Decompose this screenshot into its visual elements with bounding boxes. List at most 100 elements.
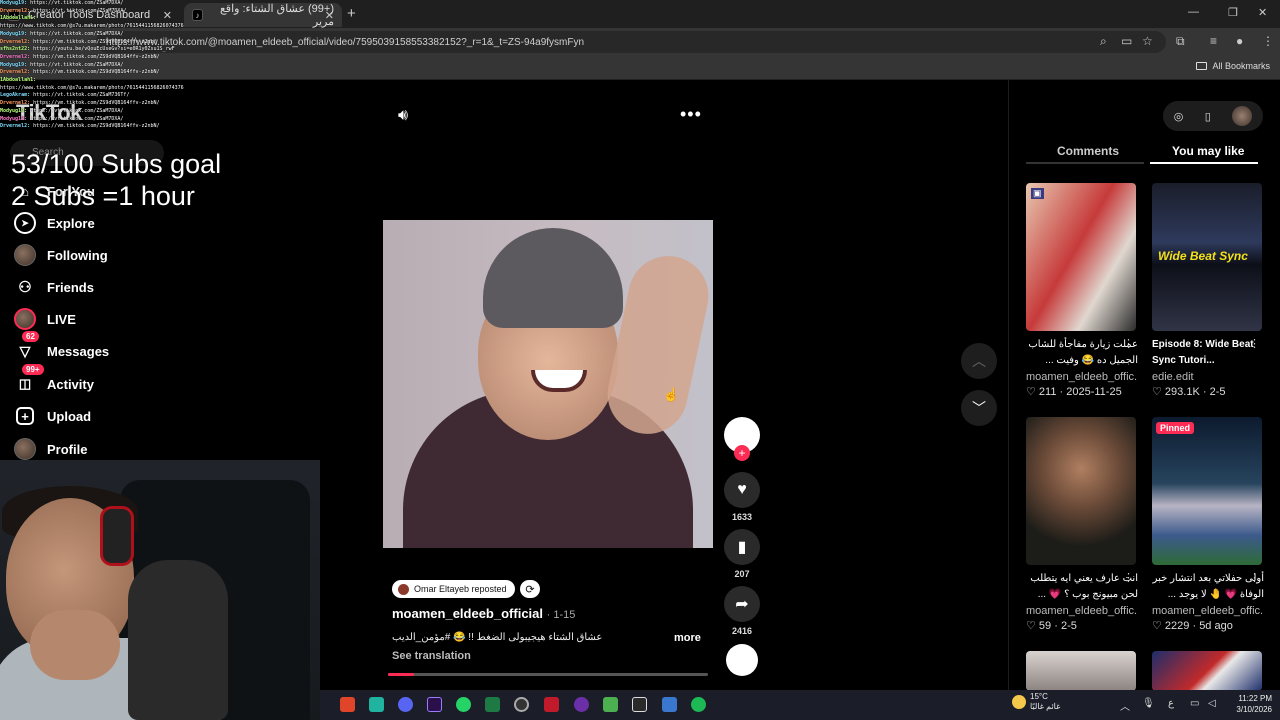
menu-icon[interactable]: ⋮	[1262, 34, 1274, 48]
video-caption: عشاق الشتاء هيجيبولى الضغط !! 😂 #مؤمن_ال…	[392, 632, 603, 643]
tab-tiktok-video[interactable]: ♪ (+99) عشاق الشتاء: واقع مرير ✕	[184, 3, 342, 28]
app-icon[interactable]	[662, 697, 677, 712]
heart-icon[interactable]: ♥	[724, 472, 760, 508]
following-avatar	[14, 244, 36, 266]
acrobat-icon[interactable]	[544, 697, 559, 712]
taskbar-clock[interactable]: 11:22 PM 3/10/2026	[1228, 693, 1272, 715]
recommended-card[interactable]: Pinned أولى حفلاتي بعد انتشار خبر الوفاة…	[1152, 417, 1264, 632]
weather-widget[interactable]: 15°C غائم غالبًا	[1012, 692, 1060, 712]
save-action[interactable]: ▮ 207	[724, 529, 760, 579]
mic-icon[interactable]: 🎙︎	[1142, 698, 1155, 709]
repost-icon[interactable]: ⟳	[520, 580, 540, 598]
kebab-icon[interactable]: ⋮	[1249, 337, 1260, 350]
card-thumbnail[interactable]: ▣	[1026, 183, 1136, 331]
card-thumbnail[interactable]	[1026, 651, 1136, 691]
close-tab-icon[interactable]: ✕	[325, 9, 334, 22]
previous-video-button[interactable]: ︿	[961, 343, 997, 379]
tab-you-may-like[interactable]: You may like	[1172, 144, 1244, 158]
reposter-avatar	[398, 583, 409, 595]
mobile-icon[interactable]: ▯	[1205, 110, 1211, 123]
next-video-button[interactable]: ﹀	[961, 390, 997, 426]
sidebar-item-following[interactable]: Following	[14, 244, 108, 266]
live-avatar	[14, 308, 36, 330]
sidebar-item-messages[interactable]: ▽ 62 Messages	[14, 331, 109, 362]
all-bookmarks-button[interactable]: All Bookmarks	[1196, 61, 1270, 71]
video-progress-bar[interactable]	[388, 673, 708, 676]
media-icon[interactable]: ≡	[1210, 34, 1217, 48]
maximize-button[interactable]: ❐	[1228, 6, 1238, 19]
url-bar[interactable]: https://www.tiktok.com/@moamen_eldeeb_of…	[96, 31, 1166, 53]
tiktok-logo[interactable]: TikTok	[16, 100, 82, 126]
language-indicator[interactable]: ع	[1168, 698, 1174, 709]
sidebar-item-friends[interactable]: ⚇ Friends	[14, 276, 94, 298]
card-thumbnail[interactable]: Wide Beat Sync	[1152, 183, 1262, 331]
recommended-card[interactable]: انت عارف يعني ايه يتطلب لحن مبيونج بوب ؟…	[1026, 417, 1138, 632]
tab-creator-tools[interactable]: ♪ Creator Tools Dashboard ✕	[0, 3, 180, 27]
share-arrow-icon[interactable]: ➦	[724, 586, 760, 622]
app-icon[interactable]	[574, 697, 589, 712]
kebab-icon[interactable]: ⋮	[1123, 337, 1134, 350]
like-action[interactable]: ♥ 1633	[724, 472, 760, 522]
brave-icon[interactable]	[340, 697, 355, 712]
tab-comments[interactable]: Comments	[1057, 144, 1119, 158]
discord-icon[interactable]	[398, 697, 413, 712]
card-author[interactable]: edie.edit	[1152, 371, 1264, 383]
epic-games-icon[interactable]	[632, 697, 647, 712]
minimize-button[interactable]: —	[1188, 6, 1199, 18]
share-action[interactable]: ➦ 2416	[724, 586, 760, 636]
card-thumbnail[interactable]	[1026, 417, 1136, 565]
sidebar-item-profile[interactable]: Profile	[14, 438, 87, 460]
spotify-icon[interactable]	[691, 697, 706, 712]
sidebar-item-live[interactable]: LIVE	[14, 308, 76, 330]
sidebar-item-label: Explore	[47, 215, 95, 231]
compass-icon[interactable]: ◎	[1174, 110, 1184, 123]
card-author[interactable]: moamen_eldeeb_offic...	[1026, 371, 1138, 383]
video-player[interactable]	[383, 220, 713, 548]
sidebar-item-activity[interactable]: ◫ 99+ Activity	[14, 364, 94, 395]
volume-icon[interactable]: 🔊︎	[398, 107, 408, 125]
extensions-icon[interactable]: ⧉	[1176, 34, 1185, 49]
video-author[interactable]: moamen_eldeeb_official · 1-15	[392, 606, 575, 621]
sidebar-item-label: Following	[47, 247, 108, 263]
folder-icon	[1196, 62, 1208, 70]
kebab-icon[interactable]: ⋮	[1123, 571, 1134, 584]
close-window-button[interactable]: ✕	[1258, 6, 1267, 19]
bookmark-star-icon[interactable]: ☆	[1142, 34, 1153, 48]
sound-disc-icon[interactable]	[726, 644, 758, 676]
card-thumbnail[interactable]	[1152, 651, 1262, 691]
more-options-icon[interactable]: •••	[680, 104, 702, 125]
app-icon[interactable]	[369, 697, 384, 712]
excel-icon[interactable]	[485, 697, 500, 712]
minecraft-icon[interactable]	[603, 697, 618, 712]
tray-chevron-icon[interactable]: ︿	[1120, 698, 1130, 713]
profile-icon[interactable]: ●	[1236, 34, 1243, 48]
sidebar-item-explore[interactable]: ➤ Explore	[14, 212, 95, 234]
see-translation-link[interactable]: See translation	[392, 650, 471, 662]
card-likes: 59	[1038, 620, 1052, 632]
repost-badge[interactable]: Omar Eltayeb reposted	[392, 580, 515, 598]
recommended-card-partial[interactable]	[1152, 651, 1264, 691]
sidebar-item-upload[interactable]: + Upload	[14, 405, 91, 427]
cast-icon[interactable]: ▭	[1121, 34, 1132, 48]
obs-icon[interactable]	[514, 697, 529, 712]
bookmark-icon[interactable]: ▮	[724, 529, 760, 565]
recommended-card[interactable]: Wide Beat Sync Episode 8: Wide Beat Sync…	[1152, 183, 1264, 398]
recommended-card-partial[interactable]	[1026, 651, 1138, 691]
pinned-badge: Pinned	[1156, 422, 1195, 434]
whatsapp-icon[interactable]	[456, 697, 471, 712]
caption-more-link[interactable]: more	[674, 632, 701, 644]
new-tab-button[interactable]: +	[347, 5, 356, 22]
close-tab-icon[interactable]: ✕	[163, 9, 172, 22]
zoom-icon[interactable]: ⌕	[1100, 34, 1107, 49]
card-author[interactable]: moamen_eldeeb_offic...	[1152, 605, 1264, 617]
volume-tray-icon[interactable]: ◁	[1208, 698, 1216, 709]
kebab-icon[interactable]: ⋮	[1249, 571, 1260, 584]
premiere-icon[interactable]	[427, 697, 442, 712]
follow-plus-icon[interactable]: +	[734, 445, 750, 461]
card-author[interactable]: moamen_eldeeb_offic...	[1026, 605, 1138, 617]
sidebar-item-label: Upload	[47, 408, 92, 424]
recommended-card[interactable]: ▣ عملت زيارة مفاجأة للشاب الجميل ده 😂 وف…	[1026, 183, 1138, 398]
user-avatar[interactable]	[1232, 106, 1253, 126]
card-thumbnail[interactable]: Pinned	[1152, 417, 1262, 565]
network-icon[interactable]: ▭	[1190, 698, 1199, 709]
